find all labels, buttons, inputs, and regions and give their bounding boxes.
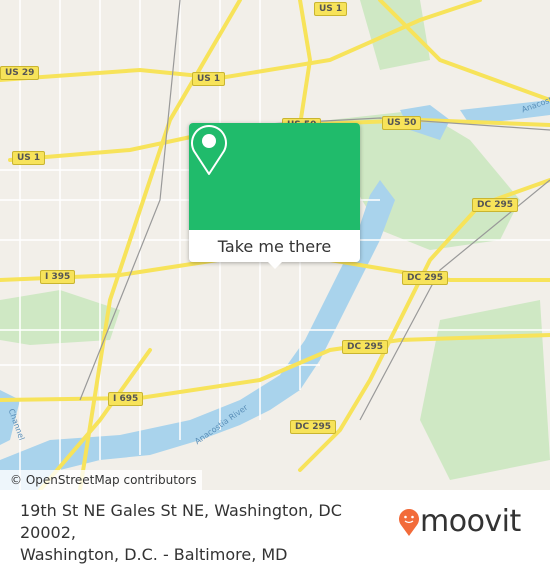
- route-shield: US 1: [314, 2, 348, 16]
- map[interactable]: US 1US 29US 1US 1US 50US 50DC 295DC 295I…: [0, 0, 550, 490]
- route-shield: US 1: [192, 72, 226, 86]
- address-line-1: 19th St NE Gales St NE, Washington, DC 2…: [20, 501, 342, 542]
- location-popup: Take me there: [189, 123, 360, 269]
- osm-attribution[interactable]: © OpenStreetMap contributors: [0, 470, 203, 490]
- address-line-2: Washington, D.C. - Baltimore, MD: [20, 545, 288, 564]
- address: 19th St NE Gales St NE, Washington, DC 2…: [20, 500, 400, 566]
- route-shield: DC 295: [402, 271, 448, 285]
- route-shield: DC 295: [290, 420, 336, 434]
- popup-pointer: [267, 261, 283, 269]
- route-shield: DC 295: [472, 198, 518, 212]
- route-shield: US 1: [12, 151, 46, 165]
- footer: 19th St NE Gales St NE, Washington, DC 2…: [0, 490, 550, 564]
- route-shield: DC 295: [342, 340, 388, 354]
- moovit-pin-icon: [399, 508, 419, 536]
- map-pin-icon: [191, 125, 227, 175]
- route-shield: US 50: [382, 116, 422, 130]
- route-shield: I 695: [108, 392, 144, 406]
- popup-header: [189, 123, 360, 230]
- moovit-logo: moovit: [398, 504, 521, 539]
- route-shield: US 29: [0, 66, 40, 80]
- take-me-there-button[interactable]: Take me there: [189, 230, 360, 262]
- route-shield: I 395: [40, 270, 76, 284]
- logo-text: moovit: [420, 504, 521, 539]
